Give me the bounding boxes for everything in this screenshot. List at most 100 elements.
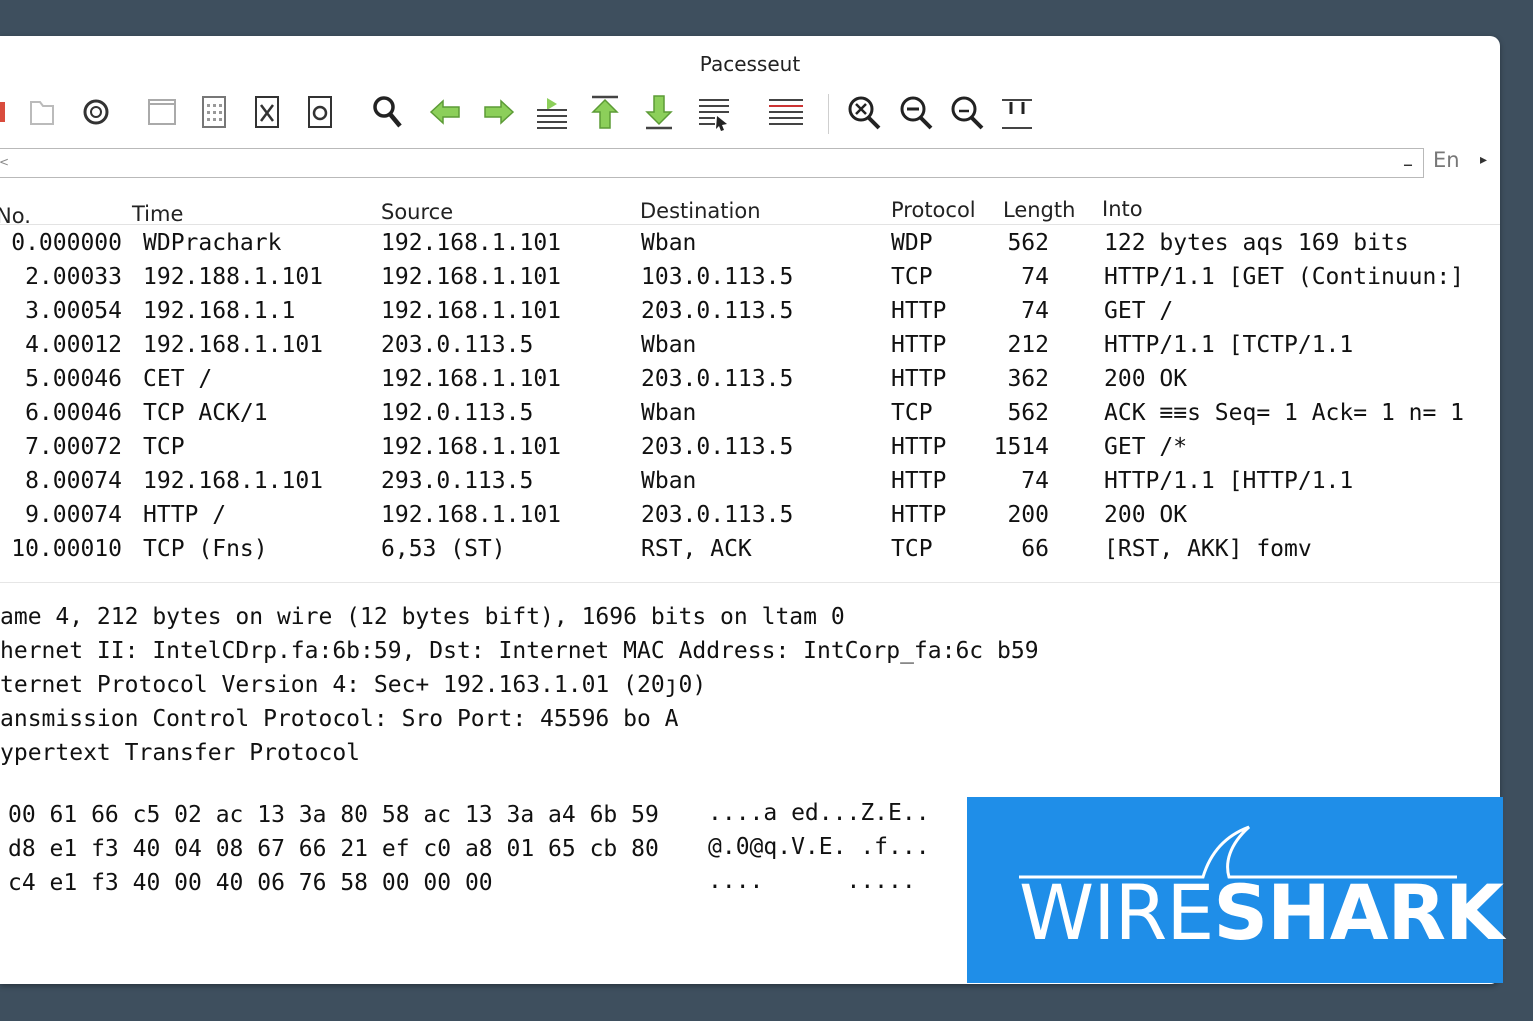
cell-destination: Wban xyxy=(641,332,697,358)
cell-no: 4.00012 xyxy=(25,332,122,358)
cell-source: 293.0.113.5 xyxy=(381,468,534,494)
table-row[interactable]: 3.00054 192.168.1.1 192.168.1.101 203.0.… xyxy=(0,296,1500,330)
window-title: Pacesseut xyxy=(699,52,801,76)
column-header-length[interactable]: Length xyxy=(1003,198,1075,222)
cell-length: 66 xyxy=(1021,536,1049,562)
go-last-icon[interactable] xyxy=(639,90,679,134)
filter-more-arrow-icon[interactable]: ▸ xyxy=(1480,152,1487,168)
cell-no: 2.00033 xyxy=(25,264,122,290)
cell-source: 192.168.1.101 xyxy=(381,264,562,290)
cell-protocol: WDP xyxy=(891,230,933,256)
cell-time: 192.188.1.101 xyxy=(143,264,324,290)
pane-divider[interactable] xyxy=(0,582,1500,583)
cell-source: 192.168.1.101 xyxy=(381,434,562,460)
cell-info: ACK ≡≡s Seq= 1 Ack= 1 n= 1 xyxy=(1104,400,1465,426)
filter-clear-button[interactable]: – xyxy=(1403,152,1413,176)
cell-protocol: HTTP xyxy=(891,298,947,324)
cell-protocol: HTTP xyxy=(891,468,947,494)
cell-time: TCP ACK/1 xyxy=(143,400,268,426)
wireshark-logo-text: WIRESHARK xyxy=(1019,875,1504,951)
cell-info: [RST, AKK] fomv xyxy=(1104,536,1312,562)
cell-destination: 203.0.113.5 xyxy=(641,434,794,460)
cell-info: 200 OK xyxy=(1104,366,1188,392)
hex-line[interactable]: c4 e1 f3 40 00 40 06 76 58 00 00 00 xyxy=(8,870,493,896)
detail-tcp-line[interactable]: ansmission Control Protocol: Sro Port: 4… xyxy=(0,706,679,732)
cell-no: 0.000000 xyxy=(11,230,122,256)
detail-frame-line[interactable]: ame 4, 212 bytes on wire (12 bytes bift)… xyxy=(0,604,845,630)
table-row[interactable]: 6.00046 TCP ACK/1 192.0.113.5 Wban TCP 5… xyxy=(0,398,1500,432)
column-header-source[interactable]: Source xyxy=(381,200,453,224)
table-row[interactable]: 2.00033 192.188.1.101 192.168.1.101 103.… xyxy=(0,262,1500,296)
go-forward-icon[interactable] xyxy=(479,90,519,134)
zoom-in-icon[interactable] xyxy=(844,90,884,134)
cell-length: 74 xyxy=(1021,264,1049,290)
main-toolbar xyxy=(0,88,1500,140)
detail-http-line[interactable]: ypertext Transfer Protocol xyxy=(0,740,360,766)
table-row[interactable]: 0.000000 WDPrachark 192.168.1.101 Wban W… xyxy=(0,228,1500,262)
wireshark-logo-banner: WIRESHARK xyxy=(967,797,1504,983)
table-row[interactable]: 4.00012 192.168.1.101 203.0.113.5 Wban H… xyxy=(0,330,1500,364)
go-back-icon[interactable] xyxy=(425,90,465,134)
table-row[interactable]: 5.00046 CET / 192.168.1.101 203.0.113.5 … xyxy=(0,364,1500,398)
column-header-time[interactable]: Time xyxy=(132,202,183,226)
cell-length: 74 xyxy=(1021,468,1049,494)
cell-protocol: HTTP xyxy=(891,366,947,392)
cell-protocol: HTTP xyxy=(891,332,947,358)
cell-protocol: TCP xyxy=(891,536,933,562)
table-row[interactable]: 8.00074 192.168.1.101 293.0.113.5 Wban H… xyxy=(0,466,1500,500)
cell-length: 200 xyxy=(1007,502,1049,528)
autoscroll-icon[interactable] xyxy=(694,90,734,134)
cell-destination: Wban xyxy=(641,468,697,494)
colorize-icon[interactable] xyxy=(766,90,806,134)
column-header-destination[interactable]: Destination xyxy=(640,199,761,223)
cell-time: HTTP / xyxy=(143,502,227,528)
column-header-info[interactable]: Into xyxy=(1102,197,1143,221)
detail-ethernet-line[interactable]: hernet II: IntelCDrp.fa:6b:59, Dst: Inte… xyxy=(0,638,1039,664)
cell-no: 5.00046 xyxy=(25,366,122,392)
hex-line[interactable]: 00 61 66 c5 02 ac 13 3a 80 58 ac 13 3a a… xyxy=(8,802,659,828)
header-divider xyxy=(0,224,1500,225)
restart-icon[interactable] xyxy=(76,90,116,134)
table-row[interactable]: 7.00072 TCP 192.168.1.101 203.0.113.5 HT… xyxy=(0,432,1500,466)
ascii-line[interactable]: @.0@q.V.E. .f... xyxy=(708,834,930,860)
reload-icon[interactable] xyxy=(300,90,340,134)
filter-apply-button[interactable]: En xyxy=(1433,148,1460,172)
table-row[interactable]: 9.00074 HTTP / 192.168.1.101 203.0.113.5… xyxy=(0,500,1500,534)
cell-length: 562 xyxy=(1007,400,1049,426)
cell-destination: Wban xyxy=(641,230,697,256)
cell-no: 10.00010 xyxy=(11,536,122,562)
resize-columns-icon[interactable] xyxy=(997,90,1037,134)
go-to-packet-icon[interactable] xyxy=(532,90,572,134)
toolbar-separator xyxy=(828,94,829,134)
go-first-icon[interactable] xyxy=(585,90,625,134)
ascii-line[interactable]: ....a ed...Z.E.. xyxy=(708,800,930,826)
packet-details-pane: ame 4, 212 bytes on wire (12 bytes bift)… xyxy=(0,602,1500,782)
logo-text-shark: SHARK xyxy=(1213,868,1504,957)
ascii-line[interactable]: .... ..... xyxy=(708,868,916,894)
cell-info: 200 OK xyxy=(1104,502,1188,528)
cell-time: WDPrachark xyxy=(143,230,282,256)
cell-no: 3.00054 xyxy=(25,298,122,324)
filter-bookmark-icon[interactable]: < xyxy=(0,155,9,169)
zoom-out-icon[interactable] xyxy=(896,90,936,134)
detail-ip-line[interactable]: ternet Protocol Version 4: Sec+ 192.163.… xyxy=(0,672,706,698)
file-set-icon[interactable] xyxy=(194,90,234,134)
hex-line[interactable]: d8 e1 f3 40 04 08 67 66 21 ef c0 a8 01 6… xyxy=(8,836,659,862)
normal-size-icon[interactable] xyxy=(947,90,987,134)
cell-no: 8.00074 xyxy=(25,468,122,494)
blank-page-icon[interactable] xyxy=(142,90,182,134)
cell-no: 6.00046 xyxy=(25,400,122,426)
column-header-protocol[interactable]: Protocol xyxy=(891,198,976,222)
display-filter-input[interactable] xyxy=(9,151,1373,177)
close-file-icon[interactable] xyxy=(247,90,287,134)
cell-info: 122 bytes aqs 169 bits xyxy=(1104,230,1409,256)
packet-list: 0.000000 WDPrachark 192.168.1.101 Wban W… xyxy=(0,228,1500,578)
stop-capture-icon[interactable] xyxy=(0,90,24,134)
cell-time: 192.168.1.101 xyxy=(143,332,324,358)
cell-info: HTTP/1.1 [HTTP/1.1 xyxy=(1104,468,1354,494)
cell-no: 9.00074 xyxy=(25,502,122,528)
table-row[interactable]: 10.00010 TCP (Fns) 6,53 (ST) RST, ACK TC… xyxy=(0,534,1500,568)
cell-no: 7.00072 xyxy=(25,434,122,460)
find-icon[interactable] xyxy=(368,90,408,134)
open-file-icon[interactable] xyxy=(22,90,62,134)
